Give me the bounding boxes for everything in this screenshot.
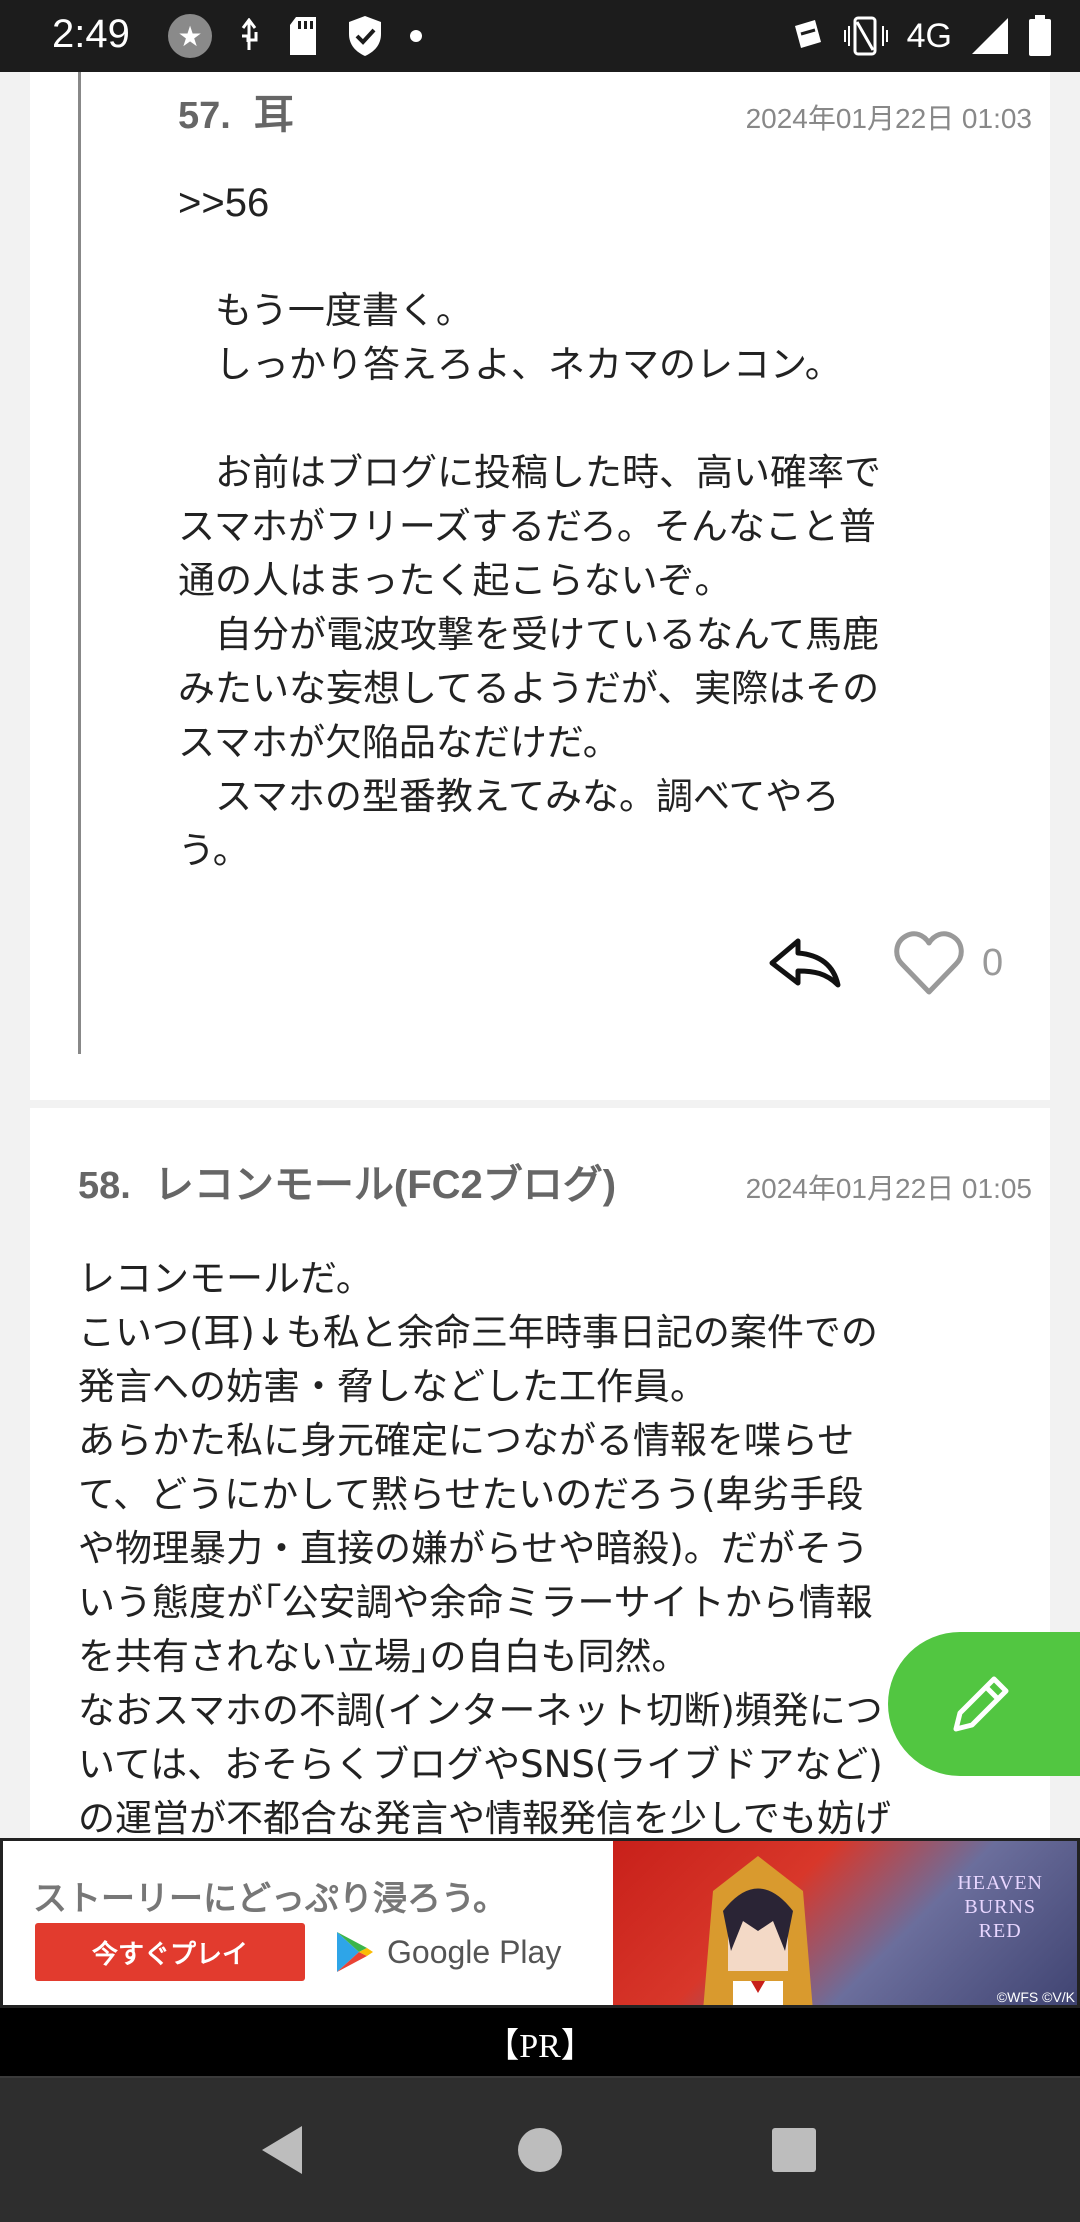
signal-icon [972, 18, 1008, 54]
game-logo: HEAVEN BURNS RED [957, 1872, 1043, 1942]
comment-author[interactable]: レコンモール(FC2ブログ) [154, 1163, 616, 1207]
like-count: 0 [982, 941, 1004, 984]
comment-author[interactable]: 耳 [254, 93, 294, 137]
comment-date: 2024年01月22日 01:05 [745, 1173, 1032, 1204]
ad-tagline: ストーリーにどっぷり浸ろう。 [33, 1879, 507, 1919]
comment-number: 58. [78, 1165, 131, 1207]
usb-icon [241, 18, 258, 50]
ad-artwork: HEAVEN BURNS RED ©WFS ©V/K [613, 1841, 1077, 2005]
google-play-badge[interactable]: Google Play [335, 1923, 561, 1981]
ad-copyright: ©WFS ©V/K [996, 1989, 1075, 2005]
back-icon[interactable] [256, 2122, 312, 2178]
notification-circle-icon: ★ [168, 14, 212, 58]
pr-label-bar: 【PR】 [0, 2008, 1080, 2076]
network-type: 4G [906, 16, 952, 55]
comment-body: レコンモールだ。 こいつ(耳)↓も私と余命三年時事日記の案件での 発言への妨害・… [78, 1257, 891, 1838]
ad-play-button[interactable]: 今すぐプレイ [35, 1923, 305, 1981]
status-bar: 2:49 ★ 4G [0, 0, 1080, 72]
pencil-icon [953, 1676, 1009, 1732]
character-illustration [703, 1856, 813, 2005]
home-icon[interactable] [512, 2122, 568, 2178]
recents-icon[interactable] [766, 2122, 822, 2178]
status-icons-right: 4G [789, 14, 1052, 58]
comment-card-57: 57. 耳 2024年01月22日 01:03 >>56 もう一度書く。 しっか… [30, 72, 1050, 1100]
ad-banner[interactable]: ストーリーにどっぷり浸ろう。 今すぐプレイ Google Play HEAVEN… [0, 1838, 1080, 2008]
dot-icon [410, 30, 422, 42]
reply-anchor-link[interactable]: >>56 [178, 176, 269, 230]
vibrate-icon [843, 16, 888, 56]
comment-date: 2024年01月22日 01:03 [745, 103, 1032, 134]
reply-icon[interactable] [768, 935, 842, 991]
comment-body: もう一度書く。 しっかり答えろよ、ネカマのレコン。 お前はブログに投稿した時、高… [178, 289, 881, 872]
system-nav-bar [0, 2076, 1080, 2222]
no-sim-icon [794, 20, 821, 48]
battery-icon [1029, 15, 1051, 56]
comment-actions: 0 [768, 930, 1003, 996]
google-play-icon [337, 1932, 373, 1972]
quote-indent-line [78, 72, 81, 1054]
like-heart-icon[interactable] [894, 930, 964, 996]
google-play-label: Google Play [387, 1933, 562, 1970]
comment-header: 57. 耳 2024年01月22日 01:03 [178, 82, 1032, 140]
compose-button[interactable] [888, 1632, 1080, 1776]
sd-card-icon [290, 17, 316, 55]
comment-header: 58. レコンモール(FC2ブログ) 2024年01月22日 01:05 [78, 1152, 1032, 1210]
comment-number: 57. [178, 95, 231, 137]
shield-icon [349, 16, 381, 56]
status-time: 2:49 [52, 12, 130, 56]
status-icons-left: ★ [168, 14, 422, 58]
